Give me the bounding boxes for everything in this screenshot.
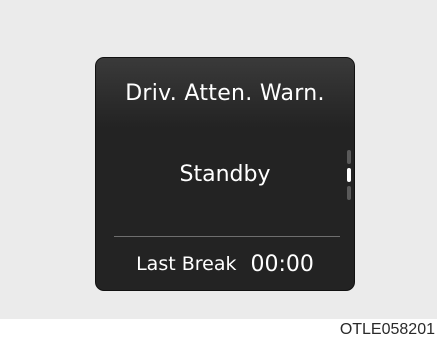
scroll-thumb <box>347 168 351 182</box>
status-text: Standby <box>179 162 271 187</box>
scroll-indicator <box>347 150 351 200</box>
display-header: Driv. Atten. Warn. <box>96 58 354 128</box>
scroll-segment-top <box>347 150 351 164</box>
cluster-display: Driv. Atten. Warn. Standby Last Break 00… <box>95 57 355 291</box>
divider <box>114 236 340 237</box>
feature-title: Driv. Atten. Warn. <box>125 80 325 106</box>
scroll-segment-bottom <box>347 186 351 200</box>
last-break-row: Last Break 00:00 <box>96 238 354 290</box>
figure-code: OTLE058201 <box>339 321 435 338</box>
last-break-time: 00:00 <box>250 251 314 277</box>
last-break-label: Last Break <box>136 253 237 275</box>
illustration-background: Driv. Atten. Warn. Standby Last Break 00… <box>0 0 437 319</box>
